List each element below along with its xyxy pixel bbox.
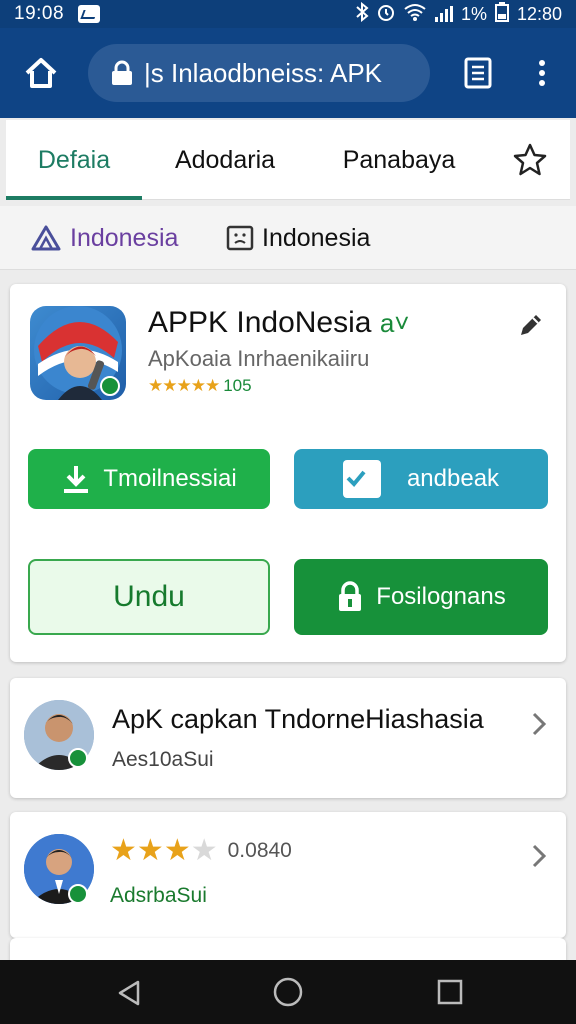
alarm-icon bbox=[377, 2, 395, 27]
signal-icon bbox=[434, 6, 453, 22]
app-rating: ★★★★★ 105 bbox=[148, 376, 252, 396]
tab-adodaria[interactable]: Adodaria bbox=[156, 120, 294, 200]
home-button[interactable] bbox=[22, 54, 60, 92]
install-button[interactable]: Fosilognans bbox=[294, 559, 548, 635]
address-bar[interactable]: |s Inlaodbneiss: APK bbox=[88, 44, 430, 102]
reader-icon bbox=[464, 57, 492, 89]
chip-label: Indonesia bbox=[262, 223, 371, 252]
tab-bar: Defaia Adodaria Panabaya bbox=[6, 120, 570, 200]
star-filled-icon: ★ bbox=[110, 834, 137, 867]
edit-button[interactable] bbox=[516, 310, 546, 340]
list-item[interactable]: ApK capkan TndorneHiashasia Aes10aSui bbox=[10, 678, 566, 798]
home-circle-icon[interactable] bbox=[272, 976, 304, 1008]
app-subtitle: ApKoaia Inrhaenikaiiru bbox=[148, 346, 370, 371]
chip-indonesia-secondary[interactable]: Indonesia bbox=[226, 218, 370, 258]
system-nav-bar bbox=[0, 960, 576, 1024]
filter-chips: Indonesia Indonesia bbox=[0, 206, 576, 270]
list-item-subtitle: AdsrbaSui bbox=[110, 884, 207, 907]
status-clock: 12:80 bbox=[516, 3, 562, 24]
list-item-subtitle: Aes10aSui bbox=[112, 748, 214, 771]
install-button-label: Fosilognans bbox=[376, 583, 506, 610]
star-filled-icon: ★ bbox=[163, 834, 191, 867]
teal-action-button[interactable]: andbeak bbox=[294, 449, 548, 509]
lock-icon bbox=[339, 581, 362, 611]
outline-button-label: Undu bbox=[113, 580, 185, 613]
outline-button[interactable]: Undu bbox=[28, 559, 270, 635]
list-item[interactable]: ★ ★ ★ ★ 0.0840 AdsrbaSui bbox=[10, 812, 566, 938]
app-card: APPK IndoNesia a˅ ApKoaia Inrhaenikaiiru… bbox=[10, 284, 566, 662]
rating-stars: ★★★★★ bbox=[148, 376, 220, 395]
lock-icon bbox=[112, 60, 132, 85]
rating-count: 105 bbox=[223, 376, 252, 395]
rating-value: 0.0840 bbox=[227, 839, 292, 862]
download-button[interactable]: Tmoilnessiai bbox=[28, 449, 270, 509]
star-empty-icon: ★ bbox=[190, 834, 218, 867]
wifi-icon bbox=[403, 3, 427, 26]
overflow-menu-button[interactable] bbox=[530, 54, 554, 92]
favorite-button[interactable] bbox=[512, 142, 548, 178]
bluetooth-icon bbox=[355, 1, 369, 27]
tab-panabaya[interactable]: Panabaya bbox=[326, 120, 472, 200]
back-icon[interactable] bbox=[114, 978, 144, 1008]
star-filled-icon: ★ bbox=[136, 834, 164, 867]
browser-toolbar: |s Inlaodbneiss: APK bbox=[0, 28, 576, 118]
status-bar: 19:08 1% 12:80 bbox=[0, 0, 576, 28]
teal-button-label: andbeak bbox=[406, 465, 500, 492]
app-title: APPK IndoNesia a˅ bbox=[148, 306, 409, 340]
download-button-label: Tmoilnessiai bbox=[103, 465, 237, 492]
download-icon bbox=[64, 466, 89, 493]
status-time: 19:08 bbox=[14, 3, 65, 24]
chip-label: Indonesia bbox=[70, 223, 179, 252]
notification-icon bbox=[78, 5, 101, 23]
online-badge bbox=[68, 748, 88, 768]
online-badge bbox=[68, 884, 88, 904]
list-item-title: ApK capkan TndorneHiashasia bbox=[112, 704, 484, 734]
tab-defaia[interactable]: Defaia bbox=[6, 120, 142, 200]
battery-icon bbox=[494, 1, 509, 27]
battery-percent: 1% bbox=[460, 3, 487, 24]
app-icon[interactable] bbox=[30, 306, 126, 400]
star-outline-icon bbox=[513, 143, 547, 176]
more-vertical-icon bbox=[539, 60, 545, 86]
list-item-rating: ★ ★ ★ ★ 0.0840 bbox=[110, 836, 292, 866]
chevron-right-icon bbox=[532, 844, 547, 868]
sad-face-box-icon bbox=[226, 225, 254, 251]
chevron-right-icon bbox=[532, 712, 547, 736]
verified-mark: a˅ bbox=[379, 308, 410, 338]
reader-mode-button[interactable] bbox=[462, 56, 494, 90]
home-icon bbox=[25, 58, 57, 88]
address-bar-text: |s Inlaodbneiss: APK bbox=[144, 57, 383, 88]
recent-apps-icon[interactable] bbox=[436, 978, 464, 1006]
pencil-icon bbox=[521, 315, 541, 335]
check-badge-icon bbox=[342, 460, 381, 498]
app-title-text: APPK IndoNesia bbox=[148, 306, 372, 339]
triangle-logo-icon bbox=[31, 225, 61, 251]
chip-indonesia-primary[interactable]: Indonesia bbox=[30, 218, 178, 258]
